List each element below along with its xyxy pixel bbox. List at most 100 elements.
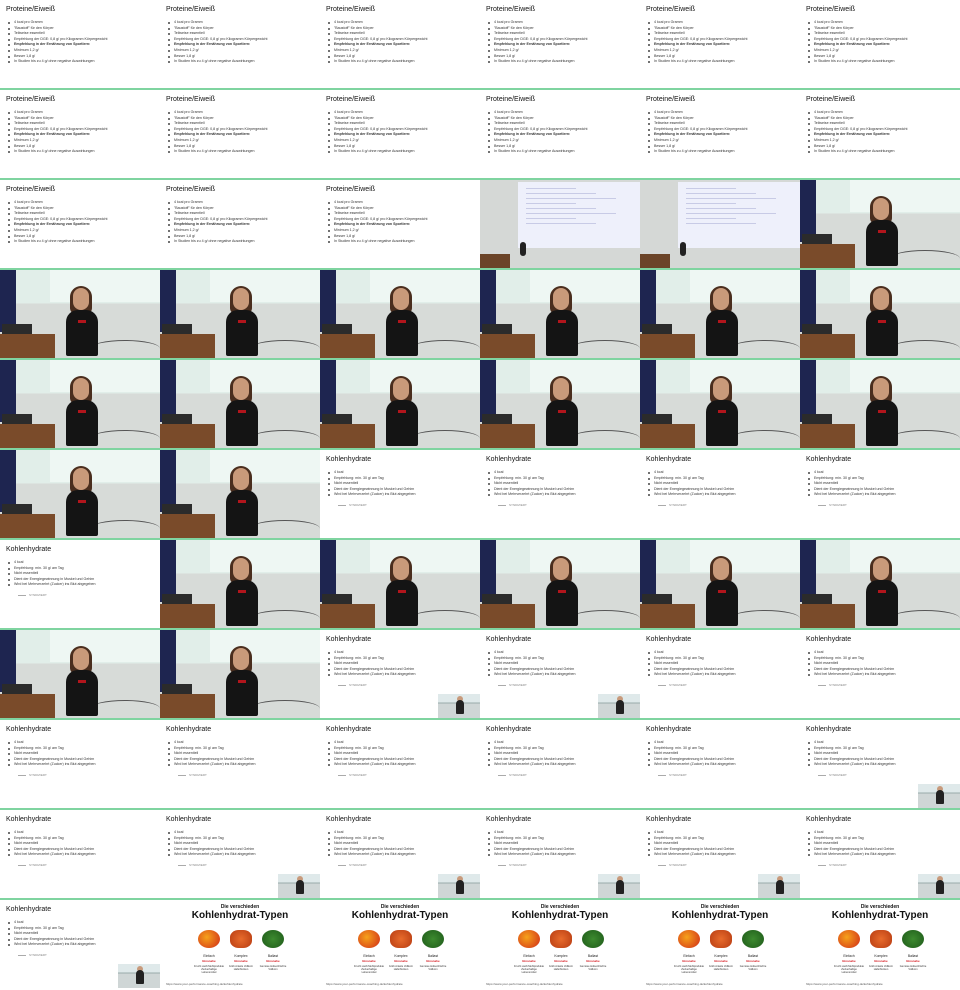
camera-cable — [570, 340, 640, 357]
thumbnail-tile[interactable] — [320, 270, 480, 358]
thumbnail-tile[interactable]: Kohlenhydrate 4 kcal Empfehlung: min. 30 g… — [480, 630, 640, 718]
carrot-icon — [230, 930, 252, 948]
thumbnail-tile[interactable]: Die verschieden Kohlenhydrat-Typen Einfach… — [640, 900, 800, 988]
thumbnail-tile[interactable]: Die verschieden Kohlenhydrat-Typen Einfach… — [480, 900, 640, 988]
thumbnail-tile[interactable] — [160, 450, 320, 538]
row-separator — [0, 358, 960, 360]
thumbnail-tile[interactable] — [480, 270, 640, 358]
speaker-body — [616, 880, 624, 894]
slide-title: Kohlenhydrate — [806, 636, 852, 643]
camera-head — [873, 558, 889, 580]
type-label: Komplex — [234, 954, 248, 958]
thumbnail-tile[interactable] — [160, 630, 320, 718]
camera-desk — [0, 334, 55, 358]
thumbnail-tile[interactable]: Proteine/Eiweiß 4 kcal pro Gramm "Baustoff… — [800, 90, 960, 178]
thumbnail-tile[interactable]: Proteine/Eiweiß 4 kcal pro Gramm "Baustoff… — [800, 0, 960, 88]
thumbnail-tile[interactable] — [480, 540, 640, 628]
thumbnail-tile[interactable] — [640, 540, 800, 628]
thumbnail-tile[interactable]: Kohlenhydrate 4 kcal Empfehlung: min. 30 g… — [320, 630, 480, 718]
carrot-icon — [870, 930, 892, 948]
camera-desk — [640, 334, 695, 358]
type-label: Einfach — [843, 954, 855, 958]
camera-monitor — [802, 414, 832, 424]
thumbnail-tile[interactable] — [480, 360, 640, 448]
thumbnail-tile[interactable]: Kohlenhydrate 4 kcal Empfehlung: min. 30 g… — [800, 810, 960, 898]
camera-logo — [718, 590, 726, 593]
camera-body — [706, 400, 738, 446]
thumbnail-tile[interactable] — [640, 270, 800, 358]
thumbnail-tile[interactable]: Kohlenhydrate 4 kcal Empfehlung: min. 30 g… — [0, 900, 160, 988]
thumbnail-tile[interactable]: Kohlenhydrate 4 kcal Empfehlung: min. 30 g… — [640, 720, 800, 808]
thumbnail-tile[interactable]: Kohlenhydrate 4 kcal Empfehlung: min. 30 g… — [640, 810, 800, 898]
thumbnail-tile[interactable]: Proteine/Eiweiß 4 kcal pro Gramm "Baustoff… — [160, 0, 320, 88]
thumbnail-tile[interactable] — [640, 360, 800, 448]
thumbnail-tile[interactable]: Die verschieden Kohlenhydrat-Typen Einfach… — [160, 900, 320, 988]
type-label: Einfach — [363, 954, 375, 958]
camera-logo — [878, 230, 886, 233]
slide-bullet-list: 4 kcal Empfehlung: min. 30 g/ am Tag Nicht… — [6, 560, 96, 588]
thumbnail-tile[interactable] — [0, 630, 160, 718]
thumbnail-tile[interactable] — [0, 270, 160, 358]
thumbnail-tile[interactable]: Kohlenhydrate 4 kcal Empfehlung: min. 30 g… — [480, 810, 640, 898]
thumbnail-tile[interactable]: Die verschieden Kohlenhydrat-Typen Einfach… — [800, 900, 960, 988]
thumbnail-tile[interactable]: Die verschieden Kohlenhydrat-Typen Einfach… — [320, 900, 480, 988]
types-title-line2: Kohlenhydrat-Typen — [671, 910, 769, 921]
camera-body — [226, 400, 258, 446]
slide-bullet: In Studien bis zu 4 g/ ohne negative Aus… — [7, 59, 107, 65]
thumbnail-tile[interactable] — [800, 360, 960, 448]
thumbnail-tile[interactable] — [0, 360, 160, 448]
camera-curtain — [320, 270, 336, 332]
thumbnail-tile[interactable]: Proteine/Eiweiß 4 kcal pro Gramm "Baustoff… — [320, 90, 480, 178]
thumbnail-tile[interactable] — [160, 360, 320, 448]
camera-monitor — [162, 414, 192, 424]
type-label: Ballast — [907, 954, 919, 958]
thumbnail-tile[interactable] — [160, 270, 320, 358]
thumbnail-tile[interactable]: Kohlenhydrate 4 kcal Empfehlung: min. 30 g… — [800, 450, 960, 538]
camera-desk — [160, 334, 215, 358]
thumbnail-tile[interactable]: Kohlenhydrate 4 kcal Empfehlung: min. 30 g… — [320, 810, 480, 898]
thumbnail-tile[interactable]: Proteine/Eiweiß 4 kcal pro Gramm "Baustoff… — [320, 0, 480, 88]
thumbnail-tile[interactable]: Kohlenhydrate 4 kcal Empfehlung: min. 30 g… — [320, 450, 480, 538]
thumbnail-tile[interactable]: Proteine/Eiweiß 4 kcal pro Gramm "Baustoff… — [0, 0, 160, 88]
thumbnail-tile[interactable] — [640, 180, 800, 268]
slide-title: Proteine/Eiweiß — [326, 186, 376, 193]
thumbnail-tile[interactable]: Proteine/Eiweiß 4 kcal pro Gramm "Baustoff… — [480, 0, 640, 88]
thumbnail-tile[interactable]: Kohlenhydrate 4 kcal Empfehlung: min. 30 g… — [480, 450, 640, 538]
thumbnail-tile[interactable] — [480, 180, 640, 268]
thumbnail-tile[interactable]: Kohlenhydrate 4 kcal Empfehlung: min. 30 g… — [160, 720, 320, 808]
thumbnail-tile[interactable]: Proteine/Eiweiß 4 kcal pro Gramm "Baustoff… — [320, 180, 480, 268]
camera-logo — [238, 680, 246, 683]
thumbnail-tile[interactable]: Proteine/Eiweiß 4 kcal pro Gramm "Baustoff… — [160, 180, 320, 268]
camera-curtain — [800, 540, 816, 602]
thumbnail-tile[interactable]: Proteine/Eiweiß 4 kcal pro Gramm "Baustoff… — [0, 180, 160, 268]
thumbnail-tile[interactable] — [0, 450, 160, 538]
camera-monitor — [162, 324, 192, 334]
thumbnail-tile[interactable]: Kohlenhydrate 4 kcal Empfehlung: min. 30 g… — [480, 720, 640, 808]
camera-logo — [718, 410, 726, 413]
thumbnail-tile[interactable] — [320, 540, 480, 628]
thumbnail-tile[interactable]: Kohlenhydrate 4 kcal Empfehlung: min. 30 g… — [160, 810, 320, 898]
thumbnail-tile[interactable] — [800, 180, 960, 268]
thumbnail-tile[interactable]: Kohlenhydrate 4 kcal Empfehlung: min. 30 g… — [800, 720, 960, 808]
thumbnail-tile[interactable]: Proteine/Eiweiß 4 kcal pro Gramm "Baustoff… — [480, 90, 640, 178]
thumbnail-tile[interactable]: Proteine/Eiweiß 4 kcal pro Gramm "Baustoff… — [160, 90, 320, 178]
slide-bullet-list: 4 kcal Empfehlung: min. 30 g/ am Tag Nicht… — [486, 830, 576, 858]
camera-cable — [730, 340, 800, 357]
thumbnail-tile[interactable] — [800, 540, 960, 628]
thumbnail-tile[interactable]: Kohlenhydrate 4 kcal Empfehlung: min. 30 g… — [800, 630, 960, 718]
thumbnail-tile[interactable] — [320, 360, 480, 448]
slide-title: Kohlenhydrate — [486, 456, 532, 463]
thumbnail-tile[interactable] — [800, 270, 960, 358]
thumbnail-tile[interactable]: Proteine/Eiweiß 4 kcal pro Gramm "Baustoff… — [640, 90, 800, 178]
thumbnail-tile[interactable]: Kohlenhydrate 4 kcal Empfehlung: min. 30 g… — [640, 630, 800, 718]
thumbnail-tile[interactable]: Proteine/Eiweiß 4 kcal pro Gramm "Baustoff… — [0, 90, 160, 178]
thumbnail-tile[interactable]: Kohlenhydrate 4 kcal Empfehlung: min. 30 g… — [0, 810, 160, 898]
thumbnail-tile[interactable]: Kohlenhydrate 4 kcal Empfehlung: min. 30 g… — [0, 720, 160, 808]
thumbnail-tile[interactable]: Kohlenhydrate 4 kcal Empfehlung: min. 30 g… — [640, 450, 800, 538]
slide-bullet: Wird bei Mehrverzehrt (Zucker) ins Blut … — [648, 762, 736, 767]
camera-board — [690, 270, 800, 302]
thumbnail-tile[interactable]: Kohlenhydrate 4 kcal Empfehlung: min. 30 g… — [320, 720, 480, 808]
thumbnail-tile[interactable] — [160, 540, 320, 628]
thumbnail-tile[interactable]: Proteine/Eiweiß 4 kcal pro Gramm "Baustoff… — [640, 0, 800, 88]
thumbnail-tile[interactable]: Kohlenhydrate 4 kcal Empfehlung: min. 30 g… — [0, 540, 160, 628]
